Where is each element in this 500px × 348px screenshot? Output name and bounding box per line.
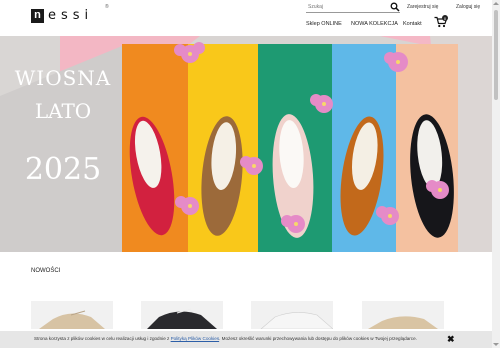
product-card[interactable] xyxy=(251,301,333,329)
scroll-thumb[interactable] xyxy=(494,10,498,100)
product-card[interactable] xyxy=(141,301,223,329)
cookie-policy-link[interactable]: Polityką Plików Cookies xyxy=(171,336,220,341)
hero-headline-summer: LATO xyxy=(34,99,92,123)
product-image xyxy=(260,312,333,329)
product-card[interactable] xyxy=(362,301,444,329)
nav-contact[interactable]: Kontakt xyxy=(403,21,422,27)
hero-headline-spring: WIOSNA xyxy=(14,66,112,90)
register-link[interactable]: Zarejestruj się xyxy=(407,4,438,10)
login-link[interactable]: Zaloguj się xyxy=(456,4,480,10)
product-image xyxy=(39,310,105,329)
product-card[interactable] xyxy=(31,301,113,329)
cookie-banner: Strona korzysta z plików cookies w celu … xyxy=(0,331,492,348)
product-image xyxy=(368,316,438,329)
registered-mark: ® xyxy=(105,4,109,10)
site-header: n essi ® Zarejestruj się Zaloguj się Skl… xyxy=(0,0,492,36)
nav-new-collection[interactable]: NOWA KOLEKCJA xyxy=(351,21,398,27)
page-scrollbar[interactable] xyxy=(492,0,500,348)
cookie-text-after: . Możesz określić warunki przechowywania… xyxy=(219,336,417,341)
nav-shop-online[interactable]: Sklep ONLINE xyxy=(306,21,342,27)
hero-year: 2025 xyxy=(24,152,102,187)
brand-logo[interactable]: n essi ® xyxy=(31,4,109,23)
logo-text: essi xyxy=(48,8,94,23)
hero-banner[interactable]: WIOSNA LATO 2025 xyxy=(0,36,492,252)
cookie-message: Strona korzysta z plików cookies w celu … xyxy=(34,336,417,341)
scroll-down-arrow-icon[interactable] xyxy=(493,343,499,346)
scroll-up-arrow-icon[interactable] xyxy=(493,2,499,5)
section-title-new-arrivals: NOWOŚCI xyxy=(31,268,61,274)
search-input[interactable] xyxy=(306,3,388,11)
product-image xyxy=(147,308,217,329)
cart-count-badge: 0 xyxy=(442,15,448,21)
logo-letter: n xyxy=(31,8,44,23)
close-icon[interactable]: ✖ xyxy=(447,335,455,344)
search-box xyxy=(306,2,400,13)
search-icon[interactable] xyxy=(390,2,400,12)
cookie-text-before: Strona korzysta z plików cookies w celu … xyxy=(34,336,171,341)
